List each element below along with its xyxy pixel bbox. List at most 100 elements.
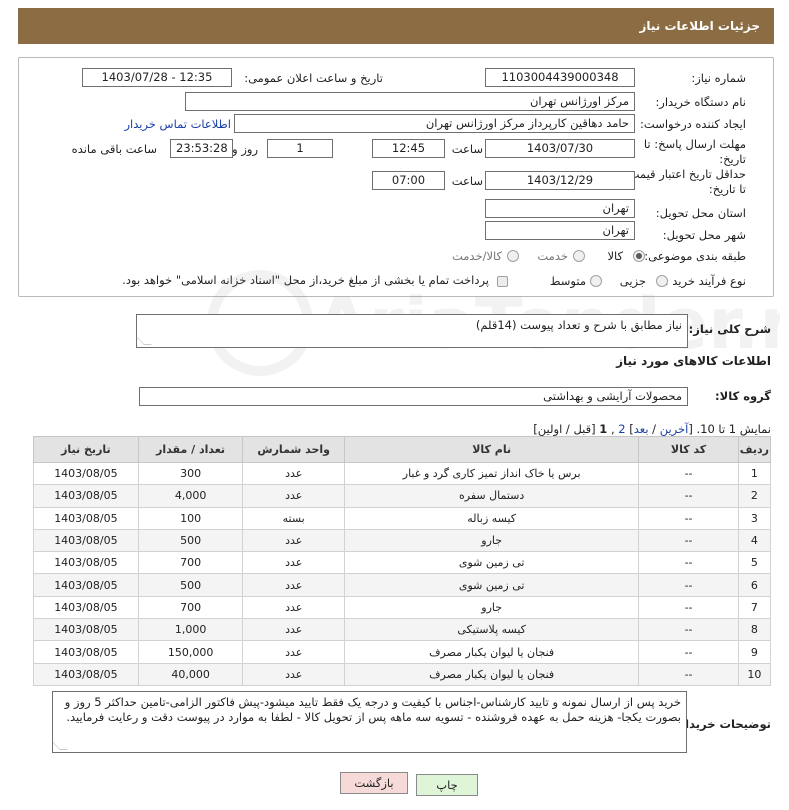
print-button[interactable]: چاپ: [416, 774, 478, 796]
col-header-need-date: تاریخ نیاز: [33, 436, 139, 463]
quantity-cell: 700: [137, 595, 244, 620]
need-number-field[interactable]: 1103004439000348: [485, 68, 635, 87]
item-code-cell: --: [638, 595, 739, 620]
need-date-cell: 1403/08/05: [33, 595, 139, 620]
table-row: 8 -- کیسه پلاستیکی عدد 1,000 1403/08/05: [33, 618, 772, 642]
process-radio-medium[interactable]: [590, 275, 602, 287]
table-row: 2 -- دستمال سفره عدد 4,000 1403/08/05: [33, 484, 772, 508]
need-date-cell: 1403/08/05: [33, 618, 139, 642]
price-validity-label: حداقل تاریخ اعتبار قیمت: تا تاریخ:: [624, 167, 746, 196]
creator-field[interactable]: حامد دهاقین کارپرداز مرکز اورژانس تهران: [234, 114, 635, 133]
category-label: طبقه بندی موضوعی:: [644, 249, 746, 263]
unit-cell: عدد: [242, 662, 346, 686]
need-number-label: شماره نیاز:: [691, 71, 746, 85]
category-radio-goods[interactable]: [633, 250, 645, 262]
item-code-cell: --: [638, 484, 739, 508]
buyer-org-label: نام دستگاه خریدار:: [655, 95, 746, 109]
category-radio-service[interactable]: [573, 250, 585, 262]
pagination-last-link[interactable]: آخرین: [660, 422, 689, 436]
buyer-notes-textarea[interactable]: خرید پس از ارسال نمونه و تایید کارشناس-ا…: [52, 691, 687, 753]
item-name-cell: کیسه پلاستیکی: [344, 618, 640, 642]
need-date-cell: 1403/08/05: [33, 461, 139, 486]
summary-text: نیاز مطابق با شرح و تعداد پیوست (14قلم): [475, 318, 682, 332]
item-name-cell: جارو: [344, 595, 640, 620]
goods-group-label: گروه کالا:: [715, 389, 771, 403]
buyer-org-field[interactable]: مرکز اورژانس تهران: [185, 92, 635, 111]
unit-cell: بسته: [242, 506, 346, 530]
item-name-cell: کیسه زباله: [344, 506, 640, 530]
buyer-contact-link[interactable]: اطلاعات تماس خریدار: [124, 117, 231, 131]
process-radio-minor[interactable]: [656, 275, 668, 287]
table-row: 6 -- تی زمین شوی عدد 500 1403/08/05: [33, 573, 772, 597]
quantity-cell: 4,000: [137, 484, 244, 508]
quantity-cell: 500: [137, 573, 244, 597]
pagination-sep: /: [648, 422, 660, 436]
table-row: 9 -- فنجان یا لیوان یکبار مصرف عدد 150,000 14…: [33, 640, 772, 664]
page-header: جزئیات اطلاعات نیاز: [18, 8, 774, 44]
item-code-cell: --: [638, 640, 739, 664]
quantity-cell: 100: [137, 506, 244, 530]
days-remaining-field[interactable]: 1: [267, 139, 333, 158]
summary-textarea[interactable]: نیاز مطابق با شرح و تعداد پیوست (14قلم): [136, 314, 688, 348]
pagination-suffix: [قبل / اولین]: [533, 422, 600, 436]
item-name-cell: تی زمین شوی: [344, 573, 640, 597]
table-row: 1 -- برس یا خاک انداز تمیز کاری گرد و غبار…: [33, 461, 772, 486]
remaining-time-label: ساعت باقی مانده: [71, 142, 157, 156]
day-and-label: روز و: [232, 142, 258, 156]
table-row: 10 -- فنجان یا لیوان یکبار مصرف عدد 40,000 14…: [33, 662, 772, 686]
price-validity-time-word: ساعت: [451, 174, 483, 188]
page-title: جزئیات اطلاعات نیاز: [639, 19, 760, 33]
goods-table: ردیف کد کالا نام کالا واحد شمارش تعداد /…: [33, 436, 772, 686]
remaining-time-field[interactable]: 23:53:28: [170, 139, 233, 158]
deadline-time-field[interactable]: 12:45: [372, 139, 445, 158]
col-header-item-name: نام کالا: [344, 436, 640, 463]
back-button[interactable]: بازگشت: [340, 772, 408, 794]
table-header-row: ردیف کد کالا نام کالا واحد شمارش تعداد /…: [33, 436, 772, 463]
need-date-cell: 1403/08/05: [33, 573, 139, 597]
city-field[interactable]: تهران: [485, 221, 635, 240]
unit-cell: عدد: [242, 461, 346, 486]
quantity-cell: 1,000: [137, 618, 244, 642]
pagination-next-link[interactable]: بعد: [634, 422, 649, 436]
item-name-cell: دستمال سفره: [344, 484, 640, 508]
goods-group-field[interactable]: محصولات آرایشی و بهداشتی: [139, 387, 688, 406]
row-number-cell: 2: [737, 484, 772, 508]
item-code-cell: --: [638, 506, 739, 530]
row-number-cell: 9: [737, 640, 772, 664]
row-number-cell: 3: [737, 506, 772, 530]
pagination: نمایش 1 تا 10. [آخرین / بعد] 2 , 1 [قبل …: [533, 422, 771, 436]
row-number-cell: 10: [737, 662, 772, 686]
creator-label: ایجاد کننده درخواست:: [640, 117, 746, 131]
row-number-cell: 1: [737, 461, 772, 486]
table-row: 5 -- تی زمین شوی عدد 700 1403/08/05: [33, 551, 772, 575]
pagination-page-1-current: 1: [599, 422, 608, 436]
announce-datetime-label: تاریخ و ساعت اعلان عمومی:: [244, 71, 383, 85]
row-number-cell: 6: [737, 573, 772, 597]
price-validity-time-field[interactable]: 07:00: [372, 171, 445, 190]
quantity-cell: 500: [137, 528, 244, 553]
unit-cell: عدد: [242, 640, 346, 664]
pagination-page-2[interactable]: 2: [618, 422, 625, 436]
item-name-cell: فنجان یا لیوان یکبار مصرف: [344, 640, 640, 664]
resize-handle-icon[interactable]: [52, 742, 68, 750]
need-date-cell: 1403/08/05: [33, 551, 139, 575]
announce-datetime-field[interactable]: 1403/07/28 - 12:35: [82, 68, 232, 87]
category-radio-goods-service[interactable]: [507, 250, 519, 262]
treasury-checkbox[interactable]: [497, 276, 508, 287]
pagination-prefix: نمایش 1 تا 10. [: [688, 422, 771, 436]
buyer-notes-label: توضیحات خریدار:: [673, 717, 771, 731]
goods-section-title: اطلاعات کالاهای مورد نیاز: [616, 354, 771, 368]
deadline-label: مهلت ارسال پاسخ: تا تاریخ:: [643, 137, 746, 166]
item-code-cell: --: [638, 461, 739, 486]
row-number-cell: 4: [737, 528, 772, 553]
unit-cell: عدد: [242, 484, 346, 508]
deadline-date-field[interactable]: 1403/07/30: [485, 139, 635, 158]
row-number-cell: 8: [737, 618, 772, 642]
need-date-cell: 1403/08/05: [33, 640, 139, 664]
unit-cell: عدد: [242, 618, 346, 642]
price-validity-date-field[interactable]: 1403/12/29: [485, 171, 635, 190]
resize-handle-icon[interactable]: [136, 337, 152, 345]
quantity-cell: 40,000: [137, 662, 244, 686]
quantity-cell: 700: [137, 551, 244, 575]
province-field[interactable]: تهران: [485, 199, 635, 218]
